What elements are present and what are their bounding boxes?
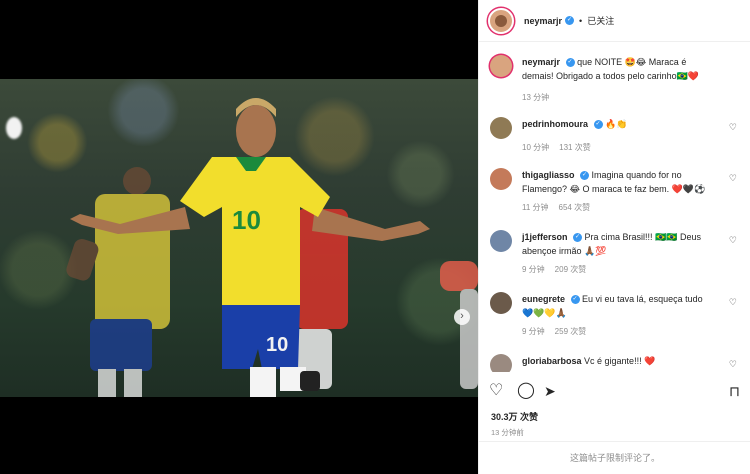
avatar[interactable] [490,168,512,190]
verified-badge-icon: ✓ [565,58,575,68]
comment-time[interactable]: 10 分钟 [522,143,549,152]
bookmark-icon[interactable]: ⊓ [729,381,740,401]
chevron-right-icon: › [460,310,464,322]
author-username[interactable]: neymarjr [524,16,562,26]
avatar[interactable] [488,7,514,34]
comment-item: gloriabarbosa Vc é gigante!!! ❤️ ♡ [490,354,745,372]
comment-username[interactable]: thigagliasso [522,170,575,180]
action-bar: ♡ ◯ ➤ ⊓ [489,381,741,403]
svg-text:10: 10 [266,334,288,356]
comments-limited-notice: 这篇帖子限制评论了。 [479,441,750,474]
verified-badge-icon: ✓ [593,120,603,130]
comment-likes[interactable]: 131 次赞 [559,143,591,152]
separator: • [579,15,583,26]
avatar[interactable] [490,55,512,77]
comment-like-heart-icon[interactable]: ♡ [729,297,737,308]
comment-username[interactable]: j1jefferson [522,232,568,242]
comment-likes[interactable]: 654 次赞 [559,203,591,212]
verified-badge-icon: ✓ [580,171,590,181]
post-header: neymarjr ✓ • 已关注 [479,0,750,42]
avatar[interactable] [490,292,512,314]
avatar[interactable] [490,230,512,252]
caption: neymarjr ✓ que NOITE 🤩😂 Maraca é demais!… [490,55,745,105]
comment-username[interactable]: pedrinhomoura [522,119,588,129]
verified-badge-icon: ✓ [573,233,583,243]
comment-like-heart-icon[interactable]: ♡ [729,173,737,184]
verified-badge-icon: ✓ [565,16,575,25]
likes-count[interactable]: 30.3万 次赞 [491,410,538,423]
comment-like-heart-icon[interactable]: ♡ [729,122,737,133]
comment-likes[interactable]: 209 次赞 [555,265,587,274]
caption-time[interactable]: 13 分钟 [522,93,549,102]
comment-username[interactable]: gloriabarbosa [522,356,582,366]
caption-username[interactable]: neymarjr [522,57,560,67]
verified-badge-icon: ✓ [570,295,580,305]
comment-username[interactable]: eunegrete [522,294,565,304]
comment-like-heart-icon[interactable]: ♡ [729,359,737,370]
share-icon[interactable]: ➤ [544,381,556,401]
post-sidebar: neymarjr ✓ • 已关注 neymarjr ✓ que NOITE 🤩😂… [478,0,750,474]
comment-text: 🔥👏 [605,119,628,129]
comment-likes[interactable]: 259 次赞 [555,327,587,336]
comment-text: Vc é gigante!!! ❤️ [584,356,656,366]
following-button[interactable]: 已关注 [587,14,614,27]
comment-item: j1jefferson ✓ Pra cima Brasil!!! 🇧🇷🇧🇷 De… [490,230,745,277]
comment-like-heart-icon[interactable]: ♡ [729,235,737,246]
heart-icon[interactable]: ♡ [489,381,503,401]
next-slide-button[interactable]: › [454,309,470,325]
comment-item: thigagliasso ✓ Imagina quando for no Fla… [490,168,745,215]
comment-item: eunegrete ✓ Eu vi eu tava lá, esqueça tu… [490,292,745,339]
comment-time[interactable]: 11 分钟 [522,203,549,212]
post-time[interactable]: 13 分钟前 [491,427,524,438]
svg-text:10: 10 [232,205,261,235]
avatar[interactable] [490,354,512,372]
comment-time[interactable]: 9 分钟 [522,327,545,336]
post-photo[interactable]: 10 10 › [0,79,478,397]
comment-icon[interactable]: ◯ [517,381,535,401]
post-media: 10 10 › [0,0,478,474]
comments-list: neymarjr ✓ que NOITE 🤩😂 Maraca é demais!… [479,42,750,372]
player-illustration: 10 10 [66,98,478,397]
comment-time[interactable]: 9 分钟 [522,265,545,274]
avatar[interactable] [490,117,512,139]
comment-item: pedrinhomoura ✓ 🔥👏 10 分钟 131 次赞 ♡ [490,117,745,155]
